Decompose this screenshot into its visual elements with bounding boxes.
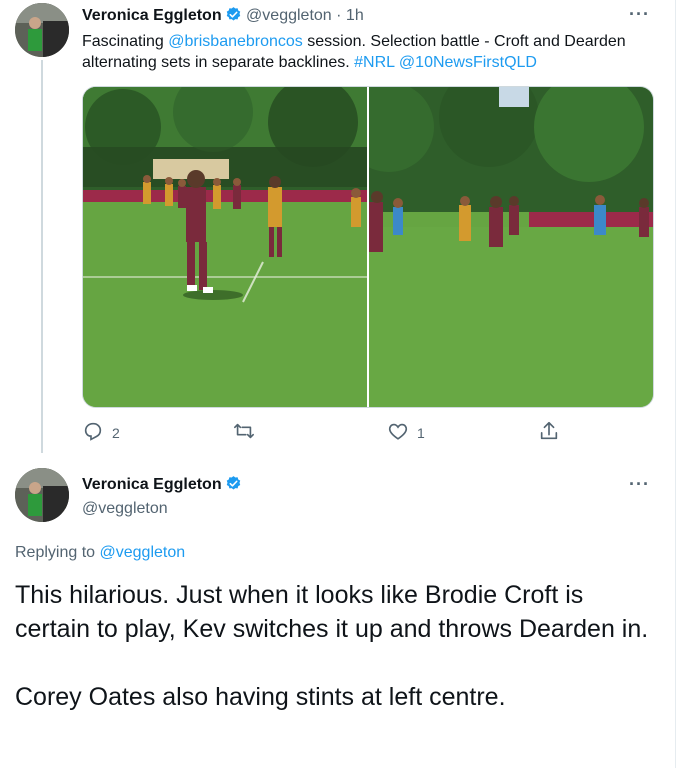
author-name[interactable]: Veronica Eggleton <box>82 476 222 493</box>
share-button[interactable] <box>538 420 560 445</box>
author-name[interactable]: Veronica Eggleton <box>82 7 222 24</box>
like-button[interactable]: 1 <box>387 420 425 445</box>
like-count: 1 <box>417 424 425 441</box>
text-segment: Fascinating <box>82 33 169 50</box>
separator-dot: · <box>336 7 342 24</box>
hashtag-link[interactable]: #NRL <box>354 54 394 71</box>
tweet-media <box>82 86 654 408</box>
author-handle[interactable]: @veggleton <box>246 7 332 24</box>
author-name-row: Veronica Eggleton <box>82 475 242 498</box>
verified-badge-icon <box>225 475 242 498</box>
mention-link[interactable]: @10NewsFirstQLD <box>399 54 537 71</box>
reply-icon <box>82 420 104 445</box>
mention-link[interactable]: @brisbanebroncos <box>168 33 303 50</box>
more-icon[interactable]: ··· <box>629 4 650 25</box>
tweet-paragraph: Corey Oates also having stints at left c… <box>15 683 506 711</box>
verified-badge-icon <box>225 6 242 29</box>
avatar[interactable] <box>15 3 69 57</box>
retweet-icon <box>232 420 256 445</box>
tweet-body: This hilarious. Just when it looks like … <box>15 578 655 714</box>
retweet-button[interactable] <box>232 420 264 445</box>
timestamp[interactable]: 1h <box>346 7 364 24</box>
more-icon[interactable]: ··· <box>629 474 650 495</box>
avatar[interactable] <box>15 468 69 522</box>
tweet-text: Fascinating @brisbanebroncos session. Se… <box>82 31 662 73</box>
tweet-actions: 2 1 <box>82 420 582 444</box>
like-icon <box>387 420 409 445</box>
photo-right[interactable] <box>344 87 653 407</box>
author-handle[interactable]: @veggleton <box>82 499 168 519</box>
share-icon <box>538 420 560 445</box>
replying-to: Replying to @veggleton <box>15 544 185 562</box>
reply-button[interactable]: 2 <box>82 420 120 445</box>
replying-label: Replying to <box>15 544 100 561</box>
thread-connector-line <box>41 60 43 453</box>
reply-count: 2 <box>112 424 120 441</box>
tweet-header: Veronica Eggleton @veggleton · 1h <box>82 6 364 29</box>
photo-left[interactable] <box>83 87 367 407</box>
tweet-paragraph: This hilarious. Just when it looks like … <box>15 581 649 643</box>
replying-handle-link[interactable]: @veggleton <box>100 544 186 561</box>
